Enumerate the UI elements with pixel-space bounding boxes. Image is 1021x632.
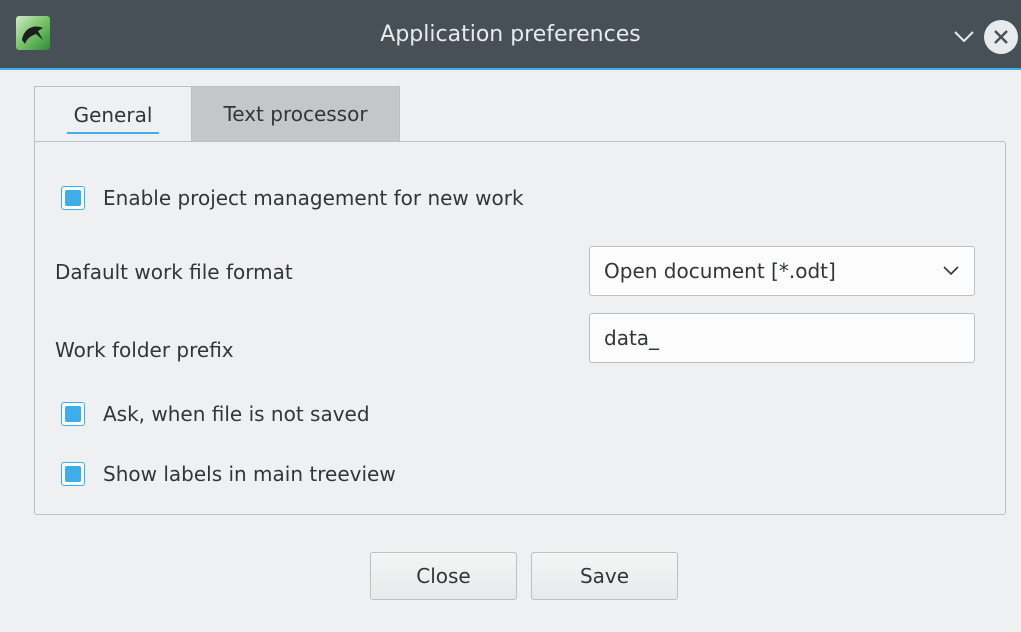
chevron-down-icon: [943, 266, 959, 276]
ask-unsaved-checkbox[interactable]: [61, 402, 85, 426]
default-format-label: Dafault work file format: [55, 260, 293, 284]
active-tab-indicator: [67, 132, 159, 134]
title-bar[interactable]: Application preferences: [0, 0, 1021, 70]
checkbox-checked-mark: [65, 190, 81, 206]
tab-general-label: General: [73, 102, 153, 127]
enable-project-management-label: Enable project management for new work: [103, 186, 524, 210]
work-folder-prefix-input[interactable]: data_: [589, 313, 975, 363]
tab-bar: General Text processor: [34, 86, 400, 142]
show-labels-label: Show labels in main treeview: [103, 462, 396, 486]
enable-project-management-row[interactable]: Enable project management for new work: [61, 186, 524, 210]
tab-general[interactable]: General: [34, 86, 192, 142]
checkbox-checked-mark: [65, 406, 81, 422]
checkbox-checked-mark: [65, 466, 81, 482]
save-button[interactable]: Save: [531, 552, 678, 600]
work-folder-prefix-label: Work folder prefix: [55, 338, 234, 362]
enable-project-management-checkbox[interactable]: [61, 186, 85, 210]
preferences-window: Application preferences General Text pro…: [0, 0, 1021, 632]
show-labels-row[interactable]: Show labels in main treeview: [61, 462, 396, 486]
ask-unsaved-label: Ask, when file is not saved: [103, 402, 370, 426]
ask-unsaved-row[interactable]: Ask, when file is not saved: [61, 402, 370, 426]
close-circle-icon[interactable]: [984, 20, 1018, 54]
tab-text-processor-label: Text processor: [223, 102, 368, 126]
tab-text-processor[interactable]: Text processor: [192, 86, 400, 142]
window-title: Application preferences: [380, 22, 641, 47]
chevron-down-icon[interactable]: [950, 22, 978, 50]
show-labels-checkbox[interactable]: [61, 462, 85, 486]
default-format-selected: Open document [*.odt]: [604, 259, 836, 283]
default-format-combobox[interactable]: Open document [*.odt]: [589, 246, 975, 296]
close-button[interactable]: Close: [370, 552, 517, 600]
general-settings-panel: Enable project management for new work D…: [34, 141, 1006, 515]
